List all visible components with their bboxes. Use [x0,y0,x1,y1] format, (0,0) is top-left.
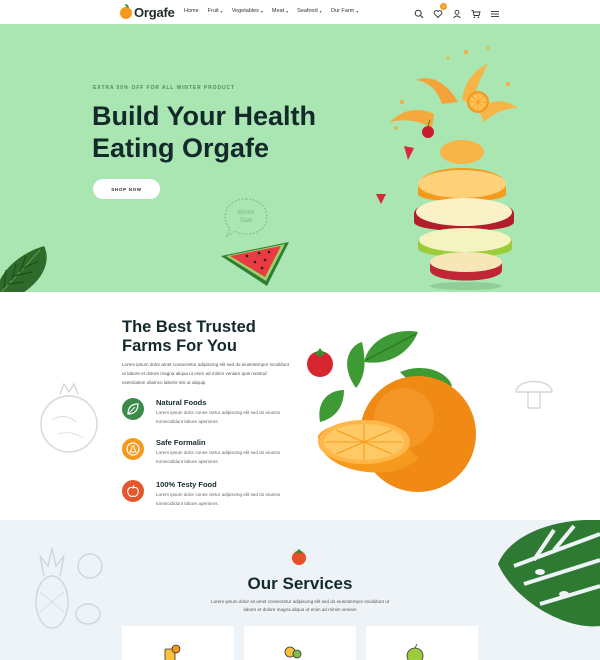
service-card[interactable] [244,626,356,660]
hero-banner: EXTRA 50% OFF FOR ALL WINTER PRODUCT Bui… [0,24,600,292]
hero-title: Build Your Health Eating Orgafe [92,100,352,164]
chevron-down-icon: ▾ [286,8,289,14]
search-icon[interactable] [414,6,424,19]
orange-fruit-image [300,326,482,509]
fruit-basket-icon [282,644,304,660]
svg-text:Sale: Sale [240,218,253,224]
fruit-slices-splash-image [338,44,570,292]
header-actions: 0 [414,3,500,19]
hero-title-line2: Eating Orgafe [92,133,270,163]
feature-title: Natural Foods [156,398,207,407]
feature-natural-foods: Natural Foods Lorem ipsum dolor cones ct… [122,398,302,428]
nav-label: Fruit [207,8,219,14]
feature-safe-formalin: Safe Formalin Lorem ipsum dolor cones ct… [122,438,302,468]
nav-label: Our Farm [330,8,355,14]
nav-item-meat[interactable]: Meat ▾ [272,8,288,14]
feature-title: 100% Testy Food [156,480,217,489]
apple-icon [122,480,144,502]
hero-title-line1: Build Your Health [92,101,317,131]
service-card[interactable] [366,626,478,660]
user-icon[interactable] [452,6,462,19]
chevron-down-icon: ▾ [260,8,263,14]
winter-sale-bubble: Winter Sale [222,196,270,240]
brand-name: Orgafe [134,5,175,20]
wishlist-count-badge: 0 [440,3,447,10]
pomegranate-sketch-decoration [34,372,104,477]
nav-item-fruit[interactable]: Fruit ▾ [208,8,223,14]
nav-item-our-farm[interactable]: Our Farm ▾ [331,8,359,14]
feature-testy-food: 100% Testy Food Lorem ipsum dolor cones … [122,480,302,510]
feature-title: Safe Formalin [156,438,206,447]
orange-logo-icon [120,3,132,19]
main-nav: Home Fruit ▾ Vegetables ▾ Meat ▾ Seafood ▾ O… [184,8,358,14]
services-description: Lorem ipsum dolor sit amet consectetur a… [211,599,389,612]
chevron-down-icon: ▾ [356,8,359,14]
heart-icon[interactable]: 0 [433,3,447,19]
feature-text: Lorem ipsum dolor cones ctetur adipiscin… [156,410,281,424]
nav-label: Meat [271,8,285,14]
bubble-text: Winter [237,210,254,216]
about-title: The Best Trusted Farms For You [122,318,322,356]
hamburger-menu-icon[interactable] [490,6,500,17]
palm-leaf-decoration [0,242,60,292]
tomato-icon [290,548,308,571]
feature-text: Lorem ipsum dolor cones ctetur adipiscin… [156,492,281,506]
no-chemical-icon [122,438,144,460]
hero-kicker: EXTRA 50% OFF FOR ALL WINTER PRODUCT [93,85,235,91]
cart-icon[interactable] [471,6,481,19]
shop-now-button[interactable]: SHOP NOW [93,179,160,199]
leaf-icon [122,398,144,420]
juice-icon [160,644,182,660]
nav-label: Seafood [297,8,318,14]
nav-label: Home [184,8,199,14]
mushroom-sketch-decoration [512,372,558,417]
watermelon-slice-icon [217,236,293,292]
services-title: Our Services [247,574,353,593]
site-header: Orgafe Home Fruit ▾ Vegetables ▾ Meat ▾ Sea… [0,0,600,24]
about-title-line2: Farms For You [122,337,237,355]
chevron-down-icon: ▾ [319,8,322,14]
brand-logo[interactable]: Orgafe [120,3,175,20]
chevron-down-icon: ▾ [220,8,223,14]
feature-text: Lorem ipsum dolor cones ctetur adipiscin… [156,450,281,464]
service-card[interactable] [122,626,234,660]
nav-item-vegetables[interactable]: Vegetables ▾ [232,8,263,14]
nav-item-home[interactable]: Home [184,8,199,14]
apple-icon [404,643,426,660]
nav-label: Vegetables [231,8,259,14]
about-title-line1: The Best Trusted [122,318,256,336]
about-description: Lorem ipsum dolor amet consectetur adipi… [122,362,289,385]
nav-item-seafood[interactable]: Seafood ▾ [297,8,322,14]
